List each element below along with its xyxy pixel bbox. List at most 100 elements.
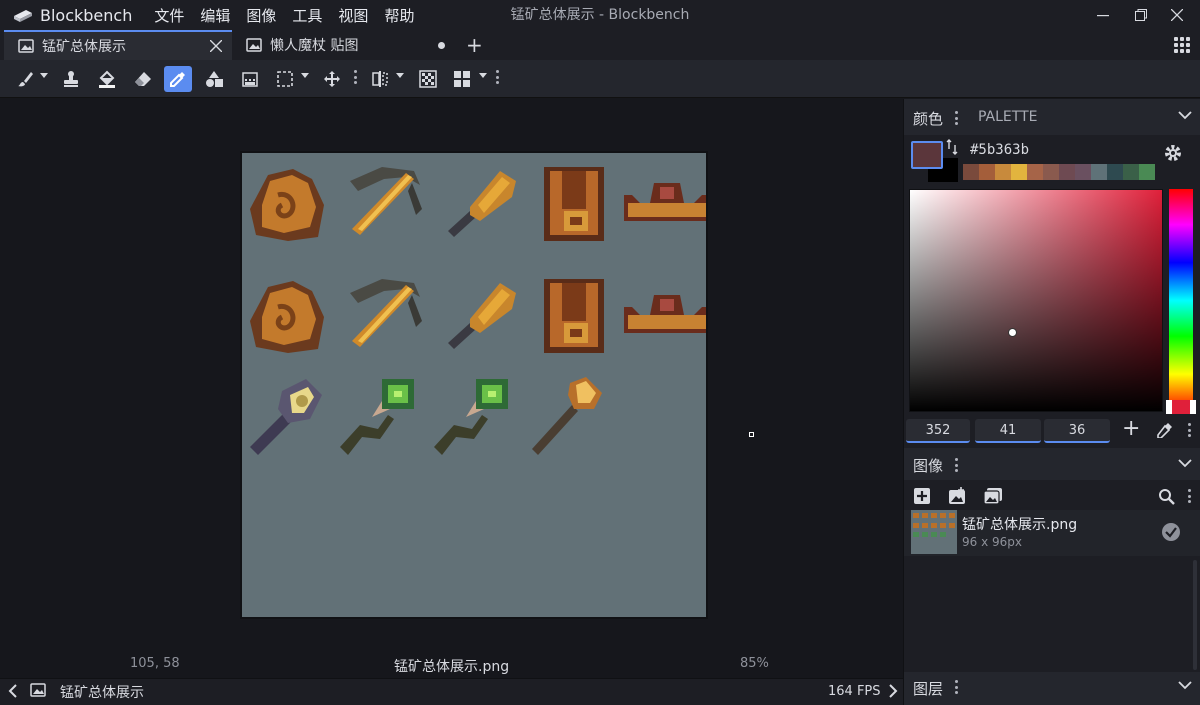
menu-tools[interactable]: 工具 bbox=[284, 5, 330, 26]
hue-slider[interactable] bbox=[1169, 189, 1193, 412]
saturation-input[interactable]: 41 bbox=[975, 419, 1041, 443]
chevron-left-icon[interactable] bbox=[8, 684, 18, 698]
image-icon bbox=[30, 683, 46, 697]
gradient-tool-button[interactable] bbox=[236, 66, 264, 92]
hue-input[interactable]: 352 bbox=[906, 419, 970, 443]
color-options-dots[interactable] bbox=[1188, 423, 1191, 437]
gear-icon[interactable] bbox=[1163, 143, 1183, 163]
color-panel-title[interactable]: 颜色 bbox=[913, 108, 943, 129]
selection-tool-button[interactable] bbox=[271, 66, 299, 92]
stamp-icon bbox=[64, 71, 78, 87]
palette-swatch[interactable] bbox=[979, 164, 995, 180]
thumbnail-preview bbox=[913, 513, 955, 537]
search-icon[interactable] bbox=[1158, 488, 1175, 505]
chevron-down-icon[interactable] bbox=[1178, 681, 1192, 690]
shapes-icon bbox=[206, 71, 223, 87]
palette-tab[interactable]: PALETTE bbox=[978, 109, 1037, 125]
palette-swatch[interactable] bbox=[1059, 164, 1075, 180]
menu-image[interactable]: 图像 bbox=[238, 5, 284, 26]
pickaxe-sprite bbox=[350, 167, 422, 235]
chest-armor-sprite bbox=[544, 167, 604, 241]
image-name: 锰矿总体展示.png bbox=[962, 517, 1078, 533]
image-icon bbox=[246, 38, 262, 52]
new-tab-button[interactable]: + bbox=[466, 35, 483, 55]
fill-tool-button[interactable] bbox=[93, 66, 121, 92]
swap-colors-icon[interactable] bbox=[946, 139, 958, 155]
texture-canvas[interactable] bbox=[240, 151, 710, 619]
tab-second-texture[interactable]: 懒人魔杖 贴图 bbox=[232, 30, 472, 60]
palette-swatch[interactable] bbox=[1123, 164, 1139, 180]
add-color-button[interactable]: + bbox=[1122, 418, 1140, 440]
palette-swatch[interactable] bbox=[963, 164, 979, 180]
brush-tool-button[interactable] bbox=[12, 66, 40, 92]
scepter-sprite bbox=[532, 377, 602, 455]
image-panel-title[interactable]: 图像 bbox=[913, 455, 943, 476]
chevron-down-icon[interactable] bbox=[1178, 111, 1192, 120]
move-tool-button[interactable] bbox=[318, 66, 346, 92]
title-bar: Blockbench 文件 编辑 图像 工具 视图 帮助 bbox=[0, 0, 1200, 30]
brush-dropdown-caret[interactable] bbox=[40, 73, 48, 78]
palette-swatch[interactable] bbox=[1043, 164, 1059, 180]
chest-armor-sprite bbox=[544, 279, 604, 353]
picker-handle[interactable] bbox=[1008, 328, 1017, 337]
helmet-sprite bbox=[624, 183, 710, 221]
saturation-value-picker[interactable] bbox=[909, 189, 1163, 412]
toolbar-overflow-dots[interactable] bbox=[496, 70, 499, 84]
menu-view[interactable]: 视图 bbox=[330, 5, 376, 26]
color-panel-menu-dots[interactable] bbox=[955, 111, 958, 125]
primary-color-swatch[interactable] bbox=[911, 141, 943, 169]
tab-active-texture[interactable]: 锰矿总体展示 bbox=[4, 30, 232, 60]
menu-help[interactable]: 帮助 bbox=[376, 5, 422, 26]
hue-slider-handle[interactable] bbox=[1166, 400, 1196, 414]
image-options-dots[interactable] bbox=[1188, 489, 1191, 503]
menu-file[interactable]: 文件 bbox=[146, 5, 192, 26]
palette-swatch[interactable] bbox=[1075, 164, 1091, 180]
image-panel-header bbox=[904, 448, 1200, 480]
new-texture-icon[interactable] bbox=[948, 487, 966, 505]
hex-color-input[interactable]: #5b363b bbox=[970, 142, 1029, 158]
import-images-icon[interactable] bbox=[983, 487, 1003, 505]
view-mode-dropdown-caret[interactable] bbox=[479, 73, 487, 78]
app-name: Blockbench bbox=[40, 5, 133, 25]
apps-grid-icon[interactable] bbox=[1174, 37, 1190, 53]
club-sprite bbox=[448, 171, 516, 237]
layers-panel-title[interactable]: 图层 bbox=[913, 678, 943, 699]
eraser-tool-button[interactable] bbox=[129, 66, 157, 92]
add-image-icon[interactable] bbox=[913, 487, 931, 505]
mirror-tool-button[interactable] bbox=[366, 66, 394, 92]
palette-swatch[interactable] bbox=[1139, 164, 1155, 180]
pickaxe-sprite bbox=[350, 279, 422, 347]
eyedropper-icon[interactable] bbox=[1157, 422, 1173, 438]
chevron-down-icon[interactable] bbox=[1178, 459, 1192, 468]
brush-cursor-icon bbox=[749, 432, 754, 437]
stamp-tool-button[interactable] bbox=[57, 66, 85, 92]
bottom-tab-label[interactable]: 锰矿总体展示 bbox=[60, 682, 144, 702]
value-input[interactable]: 36 bbox=[1044, 419, 1110, 443]
layers-panel-menu-dots[interactable] bbox=[955, 680, 958, 694]
palette-swatch[interactable] bbox=[1027, 164, 1043, 180]
panel-scrollbar[interactable] bbox=[1193, 560, 1197, 670]
color-picker-tool-button[interactable] bbox=[164, 66, 192, 92]
color-panel-header bbox=[904, 99, 1200, 135]
menu-edit[interactable]: 编辑 bbox=[192, 5, 238, 26]
gradient-icon bbox=[242, 72, 258, 87]
transparency-toggle-button[interactable] bbox=[414, 66, 442, 92]
close-window-button[interactable] bbox=[1154, 0, 1200, 30]
palette-swatch[interactable] bbox=[1107, 164, 1123, 180]
check-circle-icon[interactable] bbox=[1161, 522, 1181, 542]
view-mode-button[interactable] bbox=[448, 66, 476, 92]
chevron-right-icon[interactable] bbox=[888, 684, 898, 698]
palette-swatch[interactable] bbox=[995, 164, 1011, 180]
palette-swatch[interactable] bbox=[1011, 164, 1027, 180]
selection-dropdown-caret[interactable] bbox=[301, 73, 309, 78]
palette-swatch[interactable] bbox=[1091, 164, 1107, 180]
close-tab-icon[interactable] bbox=[210, 40, 222, 52]
mirror-dropdown-caret[interactable] bbox=[396, 73, 404, 78]
toolbar-overflow-dots[interactable] bbox=[354, 70, 357, 84]
image-icon bbox=[18, 39, 34, 53]
palette-swatch-row[interactable] bbox=[963, 164, 1155, 180]
tab-label: 懒人魔杖 贴图 bbox=[270, 38, 359, 54]
image-panel-menu-dots[interactable] bbox=[955, 458, 958, 472]
selection-icon bbox=[277, 71, 293, 87]
shape-tool-button[interactable] bbox=[200, 66, 228, 92]
